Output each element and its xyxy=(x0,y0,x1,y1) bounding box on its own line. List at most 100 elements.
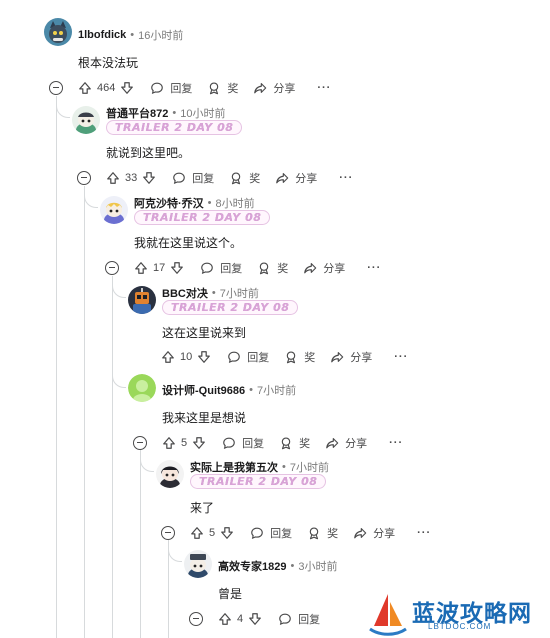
avatar[interactable] xyxy=(100,196,128,224)
share-button[interactable]: 分享 xyxy=(324,435,367,451)
downvote-icon[interactable] xyxy=(169,260,185,276)
timestamp[interactable]: 8小时前 xyxy=(216,195,255,211)
reply-button[interactable]: 回复 xyxy=(277,611,320,627)
separator-dot: • xyxy=(172,107,177,119)
collapse-thread-button[interactable] xyxy=(49,81,63,95)
separator-dot: • xyxy=(282,461,286,473)
upvote-icon[interactable] xyxy=(105,170,121,186)
collapse-thread-button[interactable] xyxy=(77,171,91,185)
award-icon xyxy=(283,349,299,365)
user-flair: TRAILER 2 DAY 08 xyxy=(190,474,327,489)
user-flair: TRAILER 2 DAY 08 xyxy=(106,120,243,135)
share-button[interactable]: 分享 xyxy=(329,349,372,365)
downvote-icon[interactable] xyxy=(219,525,235,541)
avatar-cat-icon xyxy=(44,18,72,46)
username[interactable]: 实际上是我第五次 xyxy=(190,459,278,475)
avatar[interactable] xyxy=(156,460,184,488)
avatar[interactable] xyxy=(128,374,156,402)
collapse-thread-button[interactable] xyxy=(189,612,203,626)
award-label: 奖 xyxy=(227,83,239,95)
collapse-thread-button[interactable] xyxy=(105,261,119,275)
upvote-icon[interactable] xyxy=(161,435,177,451)
username[interactable]: 高效专家1829 xyxy=(218,558,286,574)
thread-line[interactable] xyxy=(56,96,57,638)
vote-count: 464 xyxy=(97,82,116,94)
award-button[interactable]: 奖 xyxy=(228,170,260,186)
share-label: 分享 xyxy=(323,263,346,275)
share-button[interactable]: 分享 xyxy=(252,80,295,96)
thread-line[interactable] xyxy=(140,450,141,638)
downvote-icon[interactable] xyxy=(247,611,263,627)
upvote-icon[interactable] xyxy=(160,349,176,365)
username[interactable]: 阿克沙特·乔汉 xyxy=(134,195,204,211)
comment-meta: 实际上是我第五次 • 7小时前 xyxy=(190,459,329,475)
award-button[interactable]: 奖 xyxy=(283,349,315,365)
reply-label: 回复 xyxy=(170,83,193,95)
vote-count: 5 xyxy=(181,437,188,449)
reply-button[interactable]: 回复 xyxy=(171,170,214,186)
comment-actions: 5 回复 奖 分享 ··· xyxy=(161,523,431,543)
timestamp[interactable]: 7小时前 xyxy=(290,459,329,475)
comment-text: 我就在这里说这个。 xyxy=(134,236,243,250)
award-icon xyxy=(206,80,222,96)
more-options-icon[interactable]: ··· xyxy=(339,172,353,184)
reply-button[interactable]: 回复 xyxy=(226,349,269,365)
username[interactable]: 普通平台872 xyxy=(106,105,168,121)
thread-elbow xyxy=(140,450,154,472)
avatar[interactable] xyxy=(184,550,212,578)
avatar[interactable] xyxy=(72,106,100,134)
award-button[interactable]: 奖 xyxy=(278,435,310,451)
upvote-icon[interactable] xyxy=(217,611,233,627)
avatar-default-icon xyxy=(128,374,156,402)
downvote-icon[interactable] xyxy=(141,170,157,186)
award-icon xyxy=(306,525,322,541)
timestamp[interactable]: 16小时前 xyxy=(138,27,183,43)
more-options-icon[interactable]: ··· xyxy=(367,262,381,274)
comment-bubble-icon xyxy=(221,435,237,451)
reply-button[interactable]: 回复 xyxy=(249,525,292,541)
username[interactable]: BBC对决 xyxy=(162,285,208,301)
comment-text: 来了 xyxy=(190,501,215,515)
downvote-icon[interactable] xyxy=(119,80,135,96)
thread-line[interactable] xyxy=(84,186,85,638)
more-options-icon[interactable]: ··· xyxy=(394,351,408,363)
reply-button[interactable]: 回复 xyxy=(149,80,192,96)
award-label: 奖 xyxy=(304,352,316,364)
comment-bubble-icon xyxy=(149,80,165,96)
upvote-icon[interactable] xyxy=(77,80,93,96)
collapse-thread-button[interactable] xyxy=(161,526,175,540)
upvote-icon[interactable] xyxy=(189,525,205,541)
comment-actions: 464 回复 奖 分享 ··· xyxy=(49,78,331,98)
more-options-icon[interactable]: ··· xyxy=(317,82,331,94)
downvote-icon[interactable] xyxy=(191,435,207,451)
timestamp[interactable]: 3小时前 xyxy=(298,558,337,574)
collapse-thread-button[interactable] xyxy=(133,436,147,450)
share-button[interactable]: 分享 xyxy=(352,525,395,541)
timestamp[interactable]: 7小时前 xyxy=(257,382,296,398)
reply-button[interactable]: 回复 xyxy=(199,260,242,276)
upvote-icon[interactable] xyxy=(133,260,149,276)
username[interactable]: 1lbofdick xyxy=(78,29,126,41)
award-button[interactable]: 奖 xyxy=(306,525,338,541)
reply-button[interactable]: 回复 xyxy=(221,435,264,451)
timestamp[interactable]: 10小时前 xyxy=(180,105,225,121)
share-icon xyxy=(252,80,268,96)
vote-count: 4 xyxy=(237,613,244,625)
more-options-icon[interactable]: ··· xyxy=(389,437,403,449)
reply-label: 回复 xyxy=(220,263,243,275)
user-flair: TRAILER 2 DAY 08 xyxy=(162,300,299,315)
comment-meta: BBC对决 • 7小时前 xyxy=(162,285,259,301)
award-icon xyxy=(228,170,244,186)
username[interactable]: 设计师-Quit9686 xyxy=(162,382,245,398)
comment-actions: 4 回复 xyxy=(189,609,320,629)
award-button[interactable]: 奖 xyxy=(206,80,238,96)
downvote-icon[interactable] xyxy=(196,349,212,365)
more-options-icon[interactable]: ··· xyxy=(417,527,431,539)
timestamp[interactable]: 7小时前 xyxy=(220,285,259,301)
award-button[interactable]: 奖 xyxy=(256,260,288,276)
share-icon xyxy=(302,260,318,276)
avatar[interactable] xyxy=(128,286,156,314)
share-button[interactable]: 分享 xyxy=(274,170,317,186)
avatar[interactable] xyxy=(44,18,72,46)
share-button[interactable]: 分享 xyxy=(302,260,345,276)
